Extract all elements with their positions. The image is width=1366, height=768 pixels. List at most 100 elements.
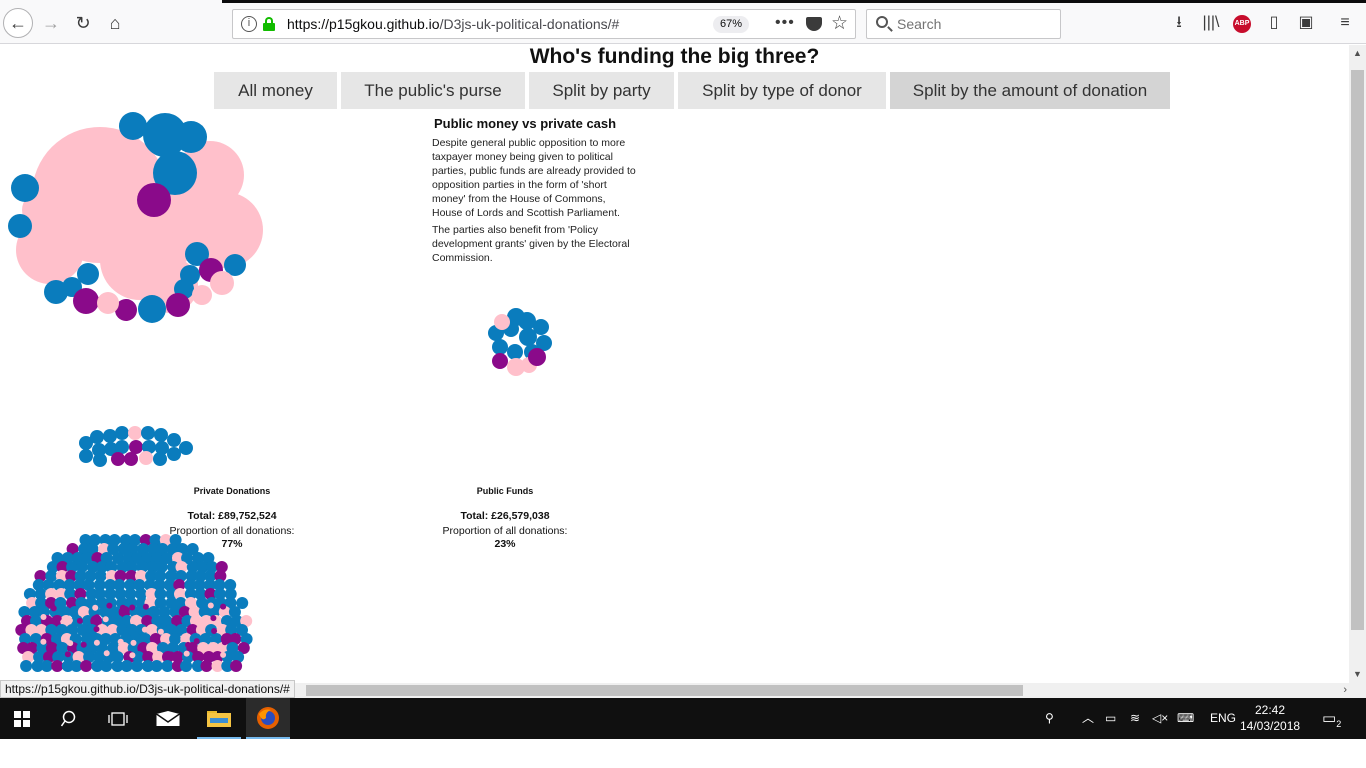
donation-bubble[interactable]	[180, 660, 193, 672]
donation-bubble[interactable]	[507, 344, 523, 360]
donation-bubble[interactable]	[139, 451, 153, 465]
donation-bubble[interactable]	[40, 614, 47, 620]
donation-bubble[interactable]	[230, 660, 243, 672]
page-actions-icon[interactable]: •••	[775, 14, 795, 32]
wifi-icon[interactable]: ≋	[1130, 698, 1140, 739]
donation-bubble[interactable]	[221, 639, 228, 646]
donation-bubble[interactable]	[154, 428, 168, 442]
scroll-up-icon[interactable]: ▲	[1349, 45, 1366, 62]
donation-bubble[interactable]	[50, 605, 57, 612]
mail-app-button[interactable]	[146, 698, 190, 739]
donation-bubble[interactable]	[93, 626, 100, 633]
donation-bubble[interactable]	[92, 604, 99, 611]
search-box[interactable]	[866, 9, 1061, 39]
donation-bubble[interactable]	[80, 660, 93, 672]
url-text[interactable]: https://p15gkou.github.io/D3js-uk-politi…	[287, 16, 619, 32]
donation-bubble[interactable]	[168, 651, 175, 658]
download-icon[interactable]: ⭳	[1168, 12, 1190, 34]
donation-bubble[interactable]	[183, 650, 190, 657]
public-purse-button[interactable]: The public's purse	[341, 72, 525, 109]
address-bar[interactable]: i https://p15gkou.github.io/D3js-uk-poli…	[232, 9, 856, 39]
donation-bubble[interactable]	[492, 339, 508, 355]
donation-bubble[interactable]	[115, 440, 129, 454]
donation-bubble[interactable]	[167, 433, 181, 447]
donation-bubble[interactable]	[79, 449, 93, 463]
donation-bubble[interactable]	[80, 641, 87, 648]
donation-bubble[interactable]	[124, 452, 138, 466]
donation-bubble[interactable]	[137, 183, 171, 217]
menu-icon[interactable]: ≡	[1334, 12, 1356, 34]
donation-bubble[interactable]	[494, 314, 510, 330]
donation-bubble[interactable]	[207, 602, 214, 609]
donation-bubble[interactable]	[133, 614, 140, 621]
split-by-party-button[interactable]: Split by party	[529, 72, 674, 109]
people-icon[interactable]: ⚲	[1045, 698, 1054, 739]
donation-bubble[interactable]	[519, 328, 537, 346]
donation-bubble[interactable]	[144, 615, 151, 622]
donation-bubble[interactable]	[102, 616, 109, 623]
bookmark-star-icon[interactable]: ☆	[831, 12, 848, 35]
donation-bubble[interactable]	[185, 641, 191, 648]
donation-bubble[interactable]	[220, 603, 227, 610]
donation-bubble[interactable]	[131, 660, 144, 672]
donation-bubble[interactable]	[192, 285, 212, 305]
adblock-icon[interactable]: ABP	[1233, 15, 1251, 33]
file-explorer-button[interactable]	[197, 698, 241, 739]
donation-bubble[interactable]	[120, 660, 133, 672]
donation-bubble[interactable]	[93, 453, 107, 467]
donation-bubble[interactable]	[141, 426, 155, 440]
horizontal-scroll-thumb[interactable]	[306, 685, 1023, 696]
zoom-indicator[interactable]: 67%	[713, 16, 749, 33]
donation-bubble[interactable]	[193, 638, 200, 645]
donation-bubble[interactable]	[115, 426, 129, 440]
donation-bubble[interactable]	[11, 174, 39, 202]
pocket-icon[interactable]	[806, 17, 822, 31]
donation-bubble[interactable]	[67, 640, 74, 647]
donation-bubble[interactable]	[117, 638, 124, 645]
donation-bubble[interactable]	[119, 112, 147, 140]
donation-bubble[interactable]	[90, 430, 104, 444]
donation-bubble[interactable]	[8, 214, 32, 238]
donation-bubble[interactable]	[76, 617, 83, 624]
donation-bubble[interactable]	[97, 292, 119, 314]
donation-bubble[interactable]	[129, 604, 136, 611]
donation-bubble[interactable]	[100, 660, 113, 672]
donation-bubble[interactable]	[150, 660, 163, 672]
language-indicator[interactable]: ENG	[1210, 698, 1236, 739]
search-taskbar-button[interactable]	[48, 698, 92, 739]
vertical-scroll-thumb[interactable]	[1351, 70, 1364, 630]
donation-bubble[interactable]	[20, 660, 33, 672]
donation-bubble[interactable]	[128, 426, 142, 440]
library-icon[interactable]: |||\	[1200, 12, 1222, 34]
donation-bubble[interactable]	[103, 429, 117, 443]
split-by-donor-type-button[interactable]: Split by type of donor	[678, 72, 886, 109]
donation-bubble[interactable]	[105, 627, 112, 634]
donation-bubble[interactable]	[166, 293, 190, 317]
firefox-button[interactable]	[246, 698, 290, 739]
donation-bubble[interactable]	[179, 441, 193, 455]
donation-bubble[interactable]	[211, 628, 218, 634]
donation-bubble[interactable]	[130, 639, 137, 646]
donation-bubble[interactable]	[93, 639, 100, 646]
donation-bubble[interactable]	[119, 604, 126, 611]
donation-bubble[interactable]	[167, 447, 181, 461]
back-button[interactable]: ←	[3, 8, 33, 38]
donation-bubble[interactable]	[129, 440, 143, 454]
donation-bubble[interactable]	[103, 650, 110, 657]
battery-icon[interactable]: ▭	[1105, 698, 1116, 739]
donation-bubble[interactable]	[66, 617, 73, 624]
reload-button[interactable]: ↻	[68, 8, 98, 38]
donation-bubble[interactable]	[142, 603, 149, 610]
donation-bubble[interactable]	[161, 660, 174, 672]
split-by-amount-button[interactable]: Split by the amount of donation	[890, 72, 1170, 109]
donation-bubble[interactable]	[138, 295, 166, 323]
donation-bubble[interactable]	[210, 271, 234, 295]
donation-bubble[interactable]	[153, 452, 167, 466]
donation-bubble[interactable]	[175, 121, 207, 153]
donation-bubble[interactable]	[40, 638, 47, 645]
volume-muted-icon[interactable]: ◁×	[1152, 698, 1168, 739]
forward-button[interactable]: →	[36, 8, 66, 38]
show-hidden-icons[interactable]: ︿	[1082, 698, 1094, 739]
scroll-down-icon[interactable]: ▼	[1349, 666, 1366, 683]
donation-bubble[interactable]	[40, 660, 53, 672]
